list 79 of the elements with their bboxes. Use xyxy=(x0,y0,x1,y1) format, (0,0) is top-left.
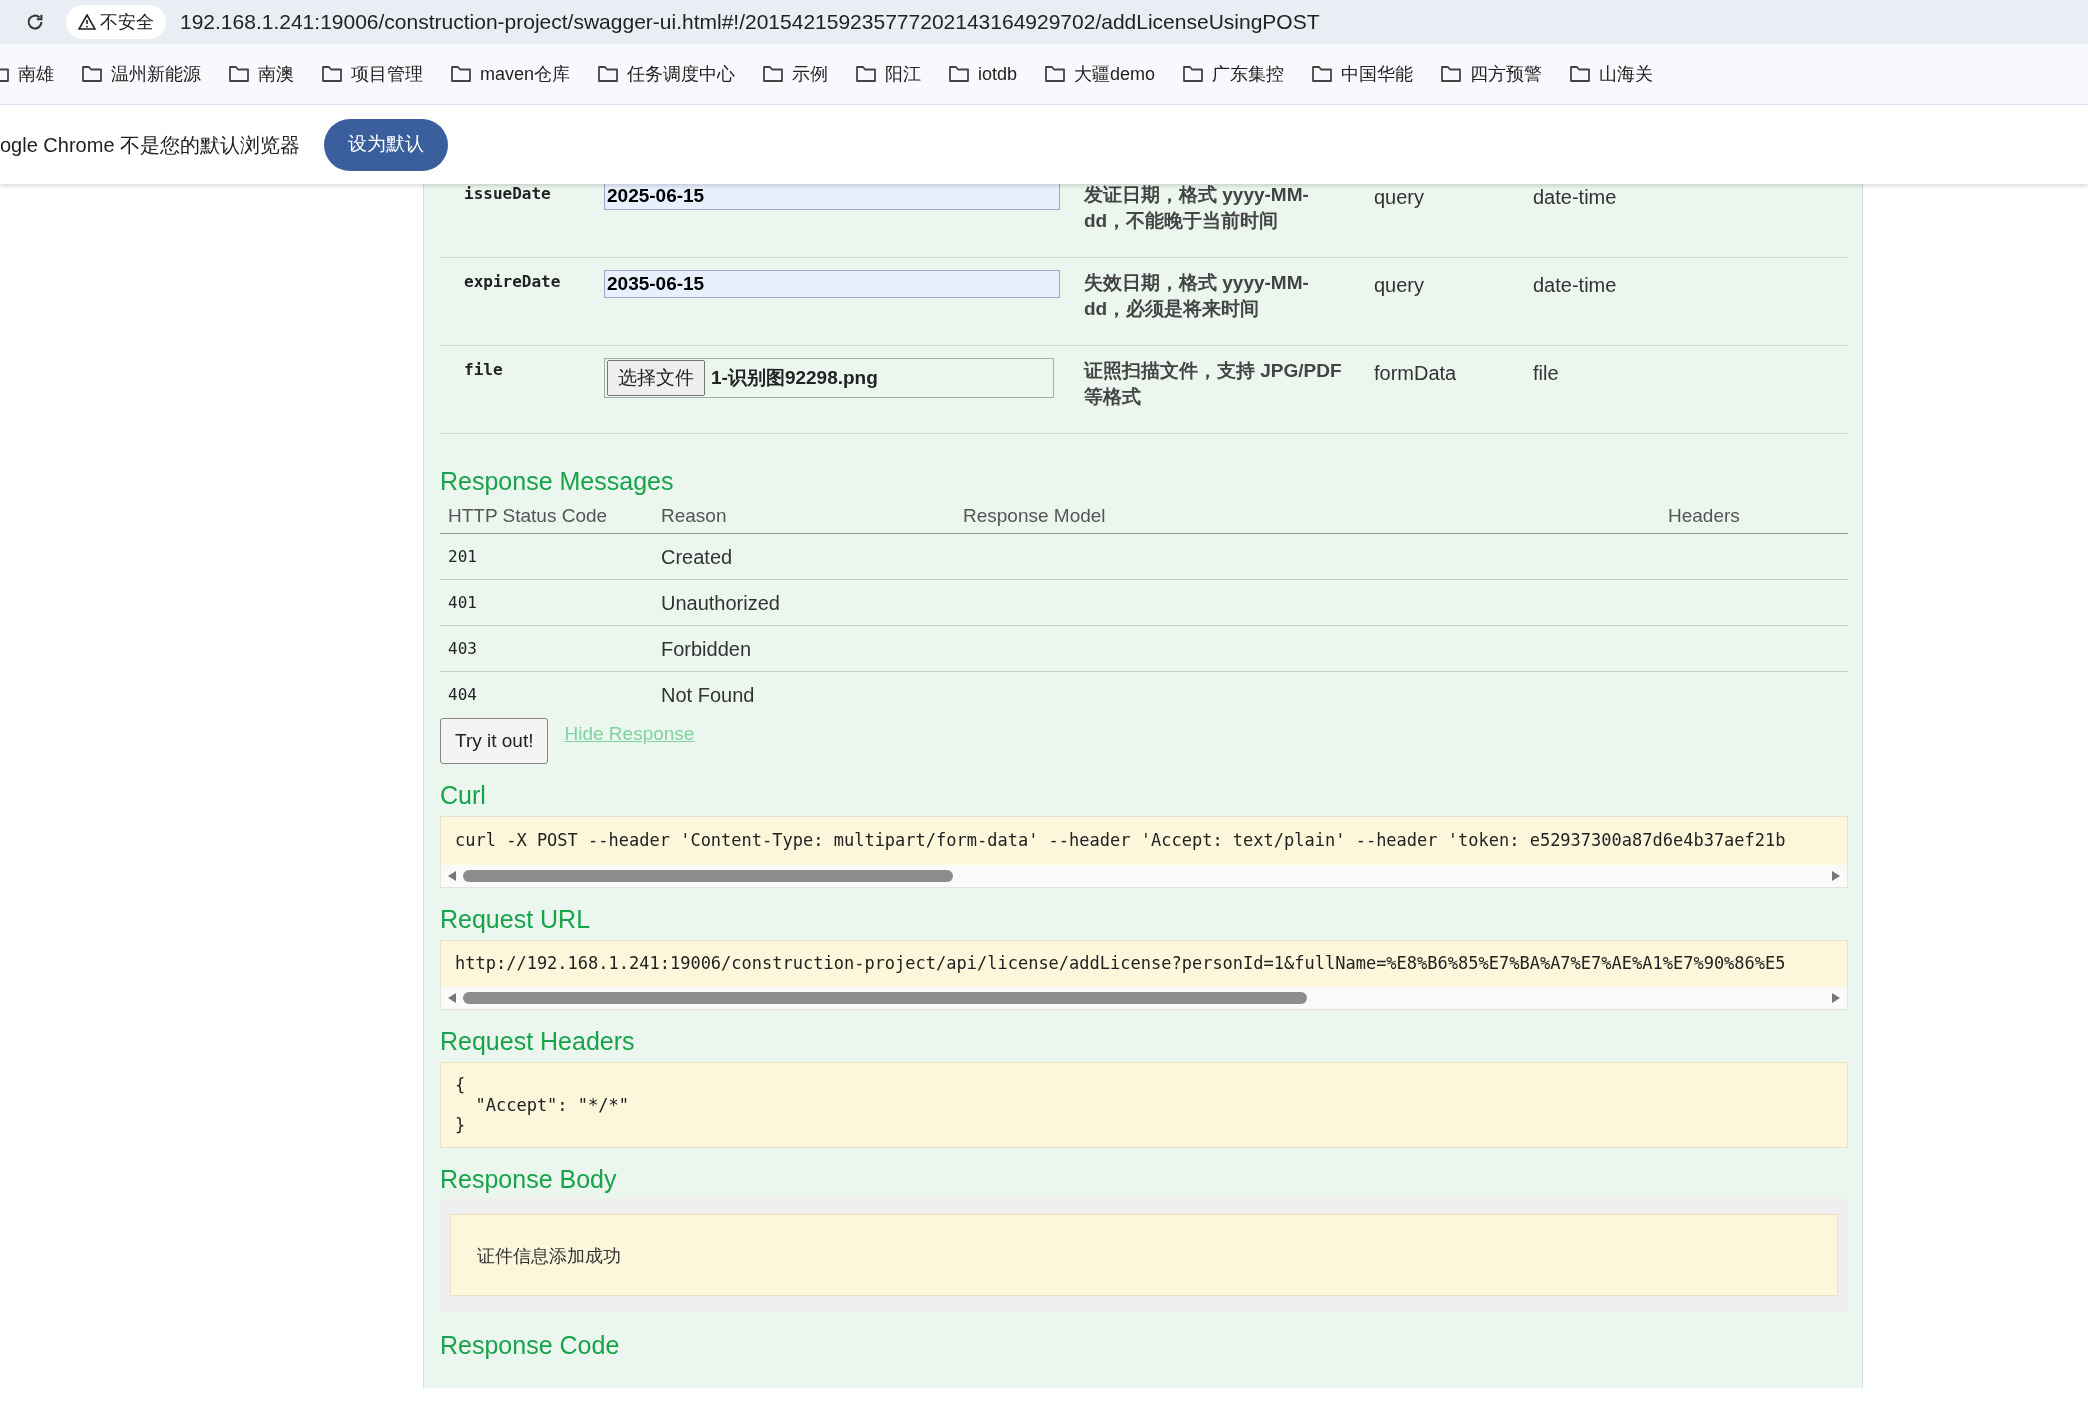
status-code: 404 xyxy=(448,685,477,704)
code-line: } xyxy=(455,1115,466,1135)
column-header: Response Model xyxy=(963,505,1106,527)
bookmark-folder[interactable]: 大疆demo xyxy=(1044,60,1156,88)
scroll-left-icon[interactable] xyxy=(447,870,457,882)
folder-icon xyxy=(1569,65,1592,83)
folder-icon xyxy=(450,65,472,83)
folder-icon xyxy=(948,65,971,83)
bookmark-folder[interactable]: 中国华能 xyxy=(1311,60,1414,88)
status-code: 201 xyxy=(448,546,477,566)
parameter-name: issueDate xyxy=(464,184,551,203)
folder-icon xyxy=(1182,65,1205,83)
code-line: { xyxy=(455,1075,466,1095)
input-field[interactable]: 2025-06-15 xyxy=(604,184,1060,210)
column-header: Headers xyxy=(1668,505,1740,527)
curl-command: curl -X POST --header 'Content-Type: multipart/form-data' --header 'Accept: text/plain' --header 'token: e52937300a87d6e4b37aef21b xyxy=(455,829,1786,853)
file-name: 1-识别图92298.png xyxy=(711,365,878,390)
section-heading: Curl xyxy=(440,780,486,811)
input-field[interactable]: 2035-06-15 xyxy=(604,270,1060,298)
parameter-name: file xyxy=(464,360,503,379)
bookmark-folder[interactable]: 四方预警 xyxy=(1440,60,1543,88)
scroll-right-icon[interactable] xyxy=(1831,992,1841,1004)
bookmark-folder[interactable]: 南澳 xyxy=(228,60,294,88)
data-type: date-time xyxy=(1533,274,1617,296)
reason-text: Unauthorized xyxy=(661,591,780,614)
reason-text: Created xyxy=(661,545,733,568)
parameter-description: 失效日期，格式 yyyy-MM-dd，必须是将来时间 xyxy=(1084,271,1310,321)
reason-text: Not Found xyxy=(661,684,755,706)
horizontal-scrollbar[interactable] xyxy=(441,987,1847,1009)
request-url: http://192.168.1.241:19006/construction-project/api/license/addLicense?personId=1&fullName=%E8%B6%85%E7%BA%A7%E7%AE%A1%E7%90%86%E5 xyxy=(455,952,1786,976)
bookmark-folder[interactable]: 南雄 xyxy=(0,60,54,88)
data-type: date-time xyxy=(1533,186,1617,208)
horizontal-scrollbar[interactable] xyxy=(441,865,1847,887)
bookmark-folder[interactable]: 温州新能源 xyxy=(81,60,201,88)
status-code: 403 xyxy=(448,638,477,658)
folder-icon xyxy=(1044,65,1067,83)
parameter-name: expireDate xyxy=(464,272,561,291)
data-type: file xyxy=(1533,362,1559,384)
file-field[interactable]: 选择文件 1-识别图92298.png xyxy=(604,358,1054,398)
choose-file-button[interactable]: 选择文件 xyxy=(607,360,705,396)
folder-icon xyxy=(762,65,785,83)
parameter-type: query xyxy=(1374,186,1425,208)
bookmark-folder[interactable]: 山海关 xyxy=(1569,60,1654,88)
folder-icon xyxy=(228,65,250,83)
try-it-out-button[interactable]: Try it out! xyxy=(440,718,549,764)
parameter-description: 发证日期，格式 yyyy-MM-dd，不能晚于当前时间 xyxy=(1084,184,1310,233)
section-heading: Request URL xyxy=(440,904,591,935)
parameter-type: query xyxy=(1374,274,1425,296)
bookmark-folder[interactable]: 广东集控 xyxy=(1182,60,1285,88)
column-header: HTTP Status Code xyxy=(448,505,608,527)
warning-icon xyxy=(78,14,96,30)
parameter-description: 证照扫描文件，支持 JPG/PDF 等格式 xyxy=(1084,359,1343,409)
address-url[interactable]: 192.168.1.241:19006/construction-project/swagger-ui.html#!/201542159235777202143164929702/addLicenseUsingPOST xyxy=(180,6,1320,38)
folder-icon xyxy=(1311,65,1334,83)
folder-icon xyxy=(855,65,878,83)
folder-icon xyxy=(81,65,103,83)
scroll-right-icon[interactable] xyxy=(1831,870,1841,882)
bookmark-folder[interactable]: 项目管理 xyxy=(321,60,423,88)
code-line: "Accept": "*/*" xyxy=(474,1095,629,1115)
bookmark-folder[interactable]: 示例 xyxy=(762,60,829,88)
section-heading: Response Code xyxy=(440,1330,620,1361)
folder-icon xyxy=(1440,65,1463,83)
bookmark-folder[interactable]: 任务调度中心 xyxy=(597,60,736,88)
bookmark-folder[interactable]: 阳江 xyxy=(855,60,922,88)
bookmark-folder[interactable]: iotdb xyxy=(948,60,1018,88)
folder-icon xyxy=(597,65,620,83)
column-header: Reason xyxy=(661,505,727,527)
bookmark-folder[interactable]: maven仓库 xyxy=(450,60,571,88)
status-code: 401 xyxy=(448,592,477,612)
section-heading: Response Body xyxy=(440,1164,617,1195)
section-heading: Request Headers xyxy=(440,1026,635,1057)
section-heading: Response Messages xyxy=(440,466,674,497)
reason-text: Forbidden xyxy=(661,637,752,660)
parameter-type: formData xyxy=(1374,362,1457,384)
scroll-left-icon[interactable] xyxy=(447,992,457,1004)
default-browser-notice: ogle Chrome 不是您的默认浏览器 xyxy=(0,132,301,158)
response-body-text: 证件信息添加成功 xyxy=(477,1243,621,1268)
set-default-button[interactable]: 设为默认 xyxy=(324,118,449,171)
folder-icon xyxy=(321,65,343,83)
